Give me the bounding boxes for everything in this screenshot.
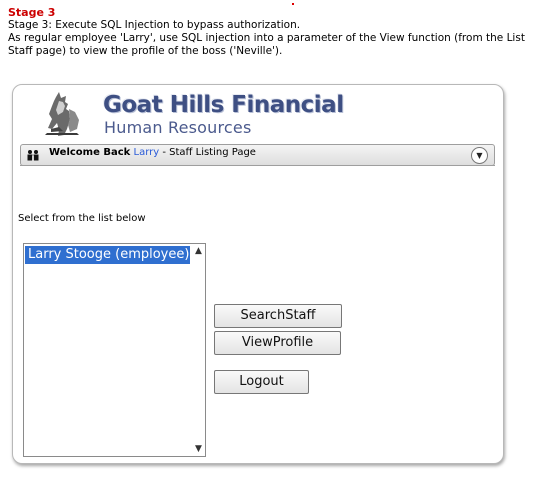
welcome-suffix: - Staff Listing Page	[162, 147, 256, 158]
scroll-down-icon[interactable]: ▼	[192, 443, 205, 455]
welcome-user: Larry	[133, 147, 160, 158]
search-staff-button[interactable]: SearchStaff	[214, 304, 342, 328]
department-name: Human Resources	[104, 118, 252, 137]
chevron-down-icon[interactable]: ▼	[471, 147, 488, 164]
staff-panel: Goat Hills Financial Human Resources Wel…	[12, 84, 504, 464]
scroll-up-icon[interactable]: ▲	[192, 245, 205, 257]
list-item[interactable]: Larry Stooge (employee)	[25, 246, 190, 264]
select-list-label: Select from the list below	[18, 213, 146, 224]
welcome-bar: Welcome Back Larry - Staff Listing Page …	[20, 144, 495, 166]
users-icon	[27, 150, 39, 161]
staff-listbox[interactable]: Larry Stooge (employee) ▲ ▼	[23, 243, 206, 457]
red-dot-marker	[292, 3, 294, 5]
listbox-scrollbar[interactable]: ▲ ▼	[192, 244, 205, 456]
logout-button[interactable]: Logout	[214, 370, 309, 394]
stage-title: Stage 3	[8, 6, 56, 19]
goat-logo-icon	[45, 92, 79, 136]
content-divider	[20, 165, 495, 166]
company-name: Goat Hills Financial	[103, 92, 344, 118]
stage-description-line-2: As regular employee 'Larry', use SQL inj…	[8, 32, 525, 57]
stage-description: Stage 3: Execute SQL Injection to bypass…	[8, 19, 540, 58]
welcome-message: Welcome Back Larry - Staff Listing Page	[49, 147, 256, 158]
stage-description-line-1: Stage 3: Execute SQL Injection to bypass…	[8, 19, 301, 31]
welcome-prefix: Welcome Back	[49, 147, 131, 158]
view-profile-button[interactable]: ViewProfile	[214, 331, 341, 355]
